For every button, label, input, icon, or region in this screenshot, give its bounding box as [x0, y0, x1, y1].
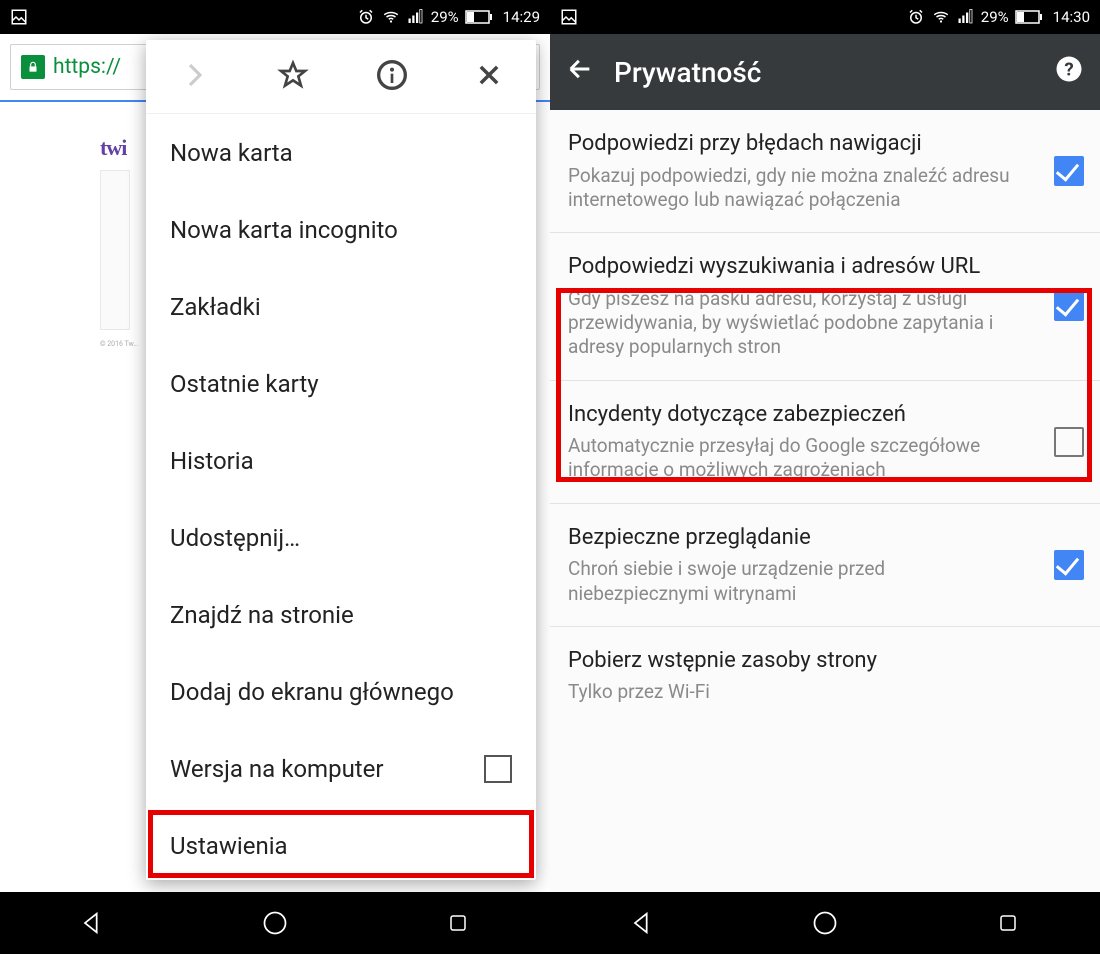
menu-label: Nowa karta incognito [170, 216, 398, 244]
nav-home[interactable] [257, 905, 293, 941]
menu-item-bookmarks[interactable]: Zakładki [146, 268, 536, 345]
page-content-placeholder [100, 170, 130, 330]
setting-desc: Tylko przez Wi-Fi [568, 680, 1030, 704]
setting-checkbox[interactable] [1054, 156, 1084, 186]
image-icon [10, 8, 28, 26]
nav-bar [0, 892, 550, 954]
info-icon[interactable] [376, 59, 408, 95]
menu-label: Wersja na komputer [170, 755, 384, 783]
page-footer: © 2016 Tw… [100, 340, 138, 348]
setting-nav-error-suggestions[interactable]: Podpowiedzi przy błędach nawigacji Pokaz… [550, 110, 1100, 233]
bookmark-star-icon[interactable] [277, 59, 309, 95]
setting-title: Pobierz wstępnie zasoby strony [568, 647, 1030, 675]
menu-item-share[interactable]: Udostępnij… [146, 499, 536, 576]
nav-back[interactable] [624, 905, 660, 941]
desktop-site-checkbox[interactable] [484, 755, 512, 783]
menu-label: Udostępnij… [170, 524, 300, 552]
menu-label: Zakładki [170, 293, 261, 321]
back-arrow-icon[interactable] [566, 55, 594, 90]
alarm-icon [907, 8, 925, 26]
setting-checkbox[interactable] [1054, 550, 1084, 580]
lock-icon [21, 55, 45, 79]
status-bar: 29% 14:29 [0, 0, 550, 34]
setting-title: Bezpieczne przeglądanie [568, 524, 1030, 552]
page-logo: twi [100, 135, 126, 161]
nav-back[interactable] [74, 905, 110, 941]
alarm-icon [357, 8, 375, 26]
nav-bar [550, 892, 1100, 954]
svg-text:?: ? [1064, 58, 1073, 80]
wifi-icon [931, 8, 951, 26]
highlight-search-suggestions [556, 288, 1092, 482]
signal-icon [957, 8, 975, 26]
setting-title: Podpowiedzi wyszukiwania i adresów URL [568, 253, 1030, 281]
phone-left: 29% 14:29 https:// twi © 2016 Tw… [0, 0, 550, 954]
app-bar: Prywatność ? [550, 34, 1100, 110]
overflow-menu: Nowa karta Nowa karta incognito Zakładki… [146, 40, 536, 880]
battery-icon [1015, 10, 1043, 24]
menu-item-find[interactable]: Znajdź na stronie [146, 576, 536, 653]
status-bar: 29% 14:30 [550, 0, 1100, 34]
nav-recent[interactable] [990, 905, 1026, 941]
menu-item-new-tab[interactable]: Nowa karta [146, 114, 536, 191]
menu-item-incognito[interactable]: Nowa karta incognito [146, 191, 536, 268]
menu-item-add-homescreen[interactable]: Dodaj do ekranu głównego [146, 653, 536, 730]
menu-label: Nowa karta [170, 139, 293, 167]
menu-top-row [146, 40, 536, 114]
forward-icon [180, 60, 210, 94]
clock-text: 14:30 [1053, 8, 1090, 26]
menu-item-desktop-site[interactable]: Wersja na komputer [146, 730, 536, 807]
menu-item-history[interactable]: Historia [146, 422, 536, 499]
nav-recent[interactable] [440, 905, 476, 941]
menu-label: Znajdź na stronie [170, 601, 354, 629]
menu-label: Ostatnie karty [170, 370, 319, 398]
battery-icon [465, 10, 493, 24]
appbar-title: Prywatność [614, 56, 761, 89]
nav-home[interactable] [807, 905, 843, 941]
phone-right: 29% 14:30 Prywatność ? Podpowiedzi przy … [550, 0, 1100, 954]
clock-text: 14:29 [503, 8, 540, 26]
setting-title: Podpowiedzi przy błędach nawigacji [568, 130, 1030, 158]
setting-prefetch[interactable]: Pobierz wstępnie zasoby strony Tylko prz… [550, 627, 1100, 725]
battery-percent: 29% [431, 8, 459, 26]
setting-safe-browsing[interactable]: Bezpieczne przeglądanie Chroń siebie i s… [550, 504, 1100, 627]
menu-item-recent-tabs[interactable]: Ostatnie karty [146, 345, 536, 422]
image-icon [560, 8, 578, 26]
help-icon[interactable]: ? [1054, 54, 1084, 91]
setting-desc: Chroń siebie i swoje urządzenie przed ni… [568, 557, 1030, 606]
highlight-settings [148, 810, 534, 878]
setting-desc: Pokazuj podpowiedzi, gdy nie można znale… [568, 164, 1030, 213]
signal-icon [407, 8, 425, 26]
url-scheme: https:// [53, 55, 121, 79]
battery-percent: 29% [981, 8, 1009, 26]
close-icon[interactable] [475, 61, 503, 93]
settings-list: Podpowiedzi przy błędach nawigacji Pokaz… [550, 110, 1100, 892]
menu-label: Dodaj do ekranu głównego [170, 678, 454, 706]
menu-label: Historia [170, 447, 254, 475]
wifi-icon [381, 8, 401, 26]
